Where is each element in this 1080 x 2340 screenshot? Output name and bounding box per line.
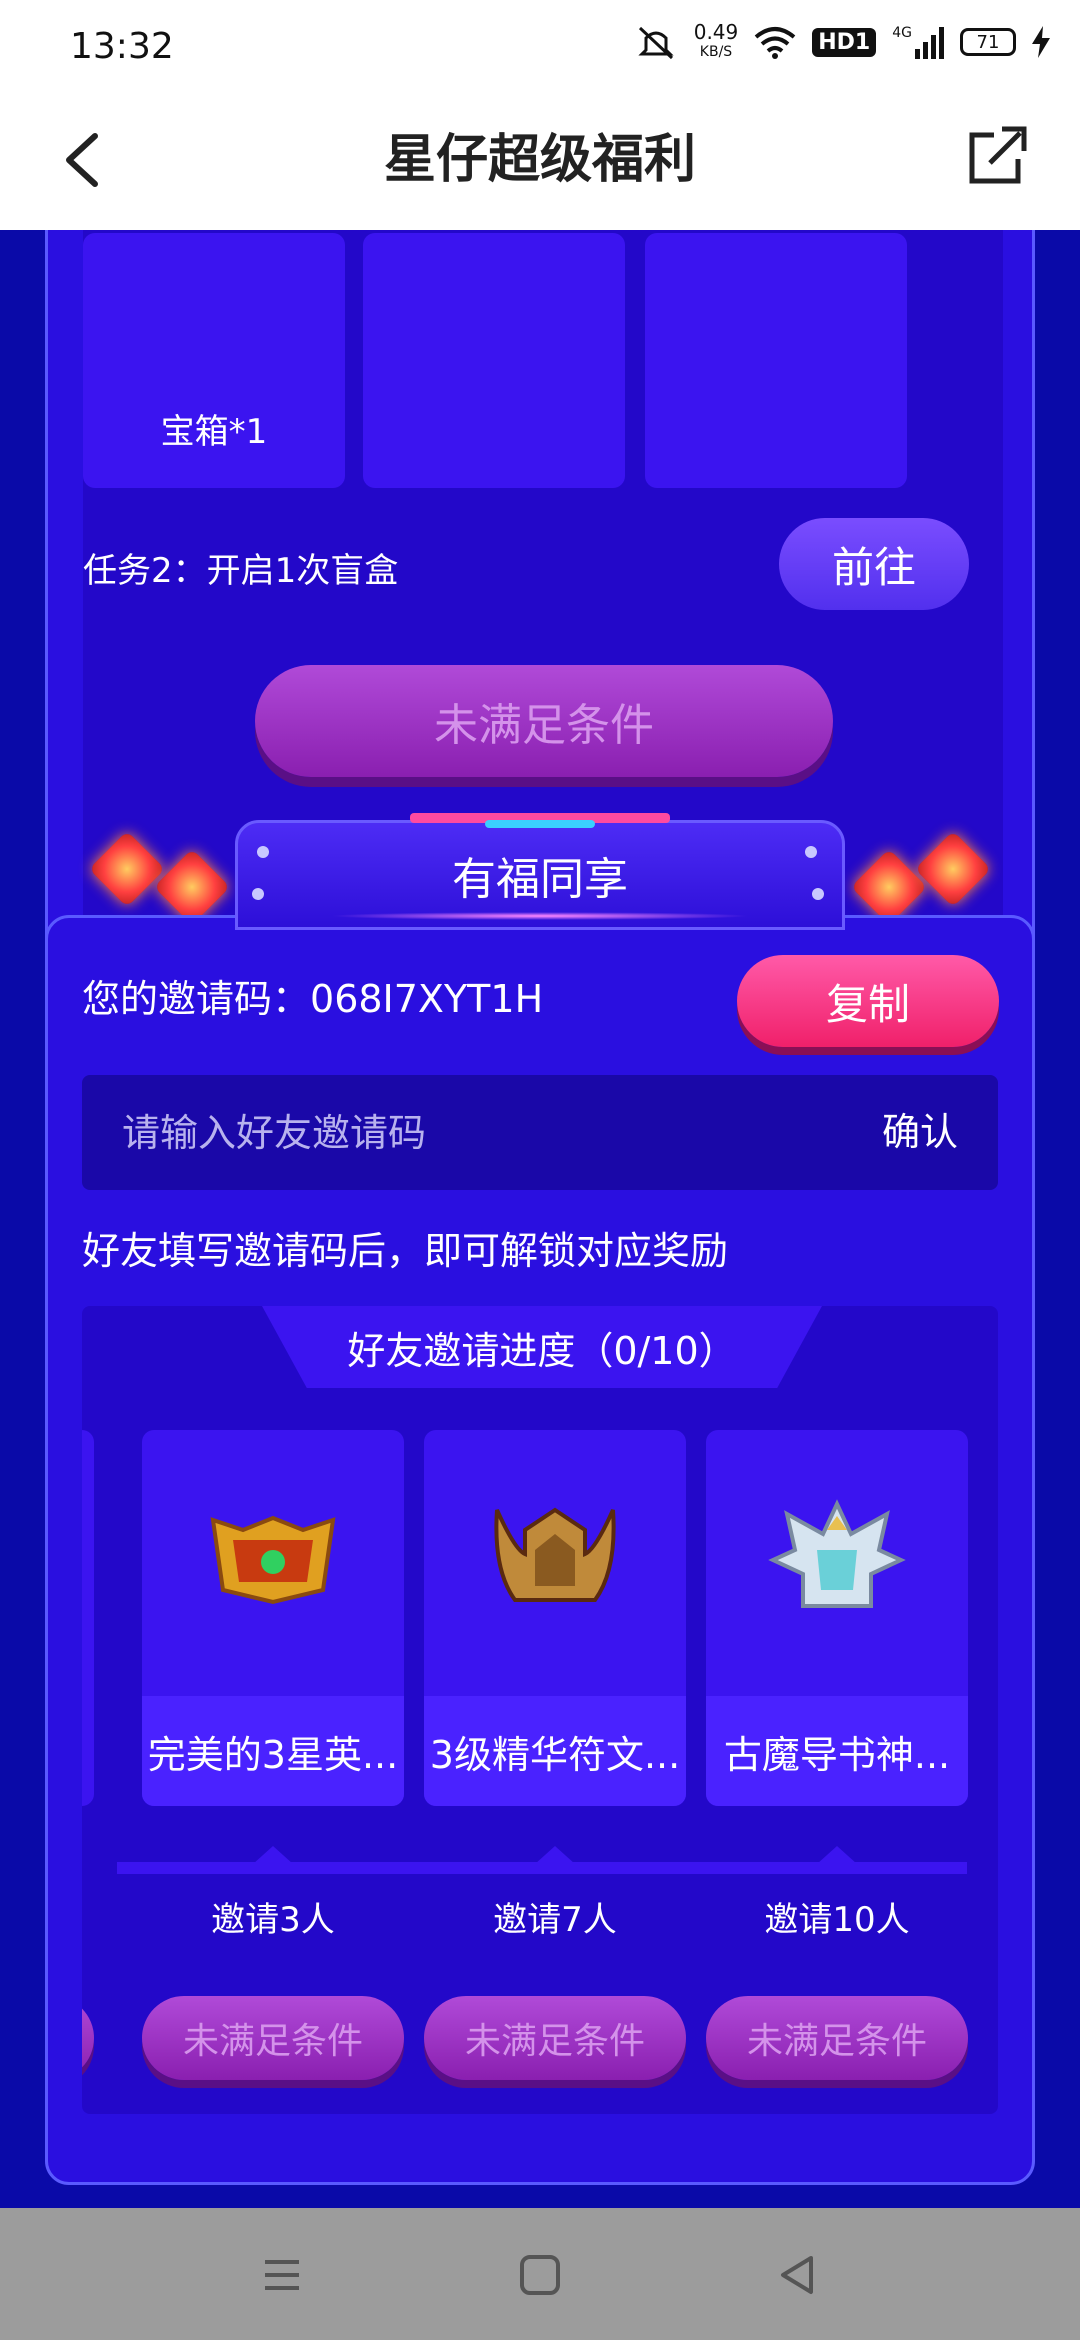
progress-marker: [535, 1846, 575, 1864]
invite-progress-panel: 好友邀请进度（0/10） 完美的3星英... 3级精华符文... 古魔导书神..…: [82, 1306, 998, 2114]
rivet-decoration: [805, 846, 817, 858]
rivet-decoration: [252, 888, 264, 900]
golden-shield-icon: [210, 1515, 336, 1605]
banner-glow: [330, 912, 750, 920]
home-icon[interactable]: [513, 2248, 567, 2302]
menu-icon[interactable]: [255, 2248, 309, 2302]
reward-claim-button-disabled[interactable]: 未满足条件: [706, 1996, 968, 2080]
task2-text: 任务2：开启1次盲盒: [83, 551, 399, 591]
wifi-icon: [754, 27, 796, 59]
system-nav-bar: [0, 2208, 1080, 2340]
page-title: 星仔超级福利: [383, 130, 696, 190]
invite-code-label: 您的邀请码：: [82, 977, 311, 1021]
reward-item[interactable]: 完美的3星英...: [142, 1430, 404, 1806]
reward-item-name: 古魔导书神...: [706, 1696, 968, 1806]
reward-requirement: 邀请3人: [211, 1900, 335, 1940]
back-icon[interactable]: [771, 2248, 825, 2302]
reward-status-partial: [82, 1996, 94, 2080]
reward-item[interactable]: 古魔导书神...: [706, 1430, 968, 1806]
reward-item[interactable]: 3级精华符文...: [424, 1430, 686, 1806]
net-speed-unit: KB/S: [699, 44, 733, 60]
friend-invite-code-input[interactable]: [122, 1075, 822, 1190]
banner-trim: [485, 820, 595, 828]
rivet-decoration: [812, 888, 824, 900]
invite-tip: 好友填写邀请码后，即可解锁对应奖励: [82, 1229, 729, 1273]
reward-box-empty: [363, 233, 625, 488]
welfare-content: 宝箱*1 任务2：开启1次盲盒 前往 未满足条件 有福同享 您的邀请码：068I…: [0, 230, 1080, 2208]
battery-level: 71: [976, 31, 1000, 53]
share-external-icon[interactable]: [960, 115, 1030, 195]
horned-helmet-icon: [494, 1507, 616, 1602]
battery-icon: 71: [960, 28, 1016, 56]
net-speed-value: 0.49: [693, 20, 739, 44]
rivet-decoration: [257, 846, 269, 858]
invite-code-value: 068I7XYT1H: [310, 977, 544, 1021]
reward-claim-button-disabled[interactable]: 未满足条件: [424, 1996, 686, 2080]
invite-code-input-row: 确认: [82, 1075, 998, 1190]
reward-requirement: 邀请10人: [764, 1900, 910, 1940]
back-arrow-icon[interactable]: [55, 120, 115, 200]
winged-crest-icon: [768, 1499, 906, 1608]
copy-button[interactable]: 复制: [737, 955, 999, 1047]
mute-icon: [638, 26, 674, 60]
goto-button[interactable]: 前往: [779, 518, 969, 610]
signal-icon: 4G: [892, 25, 944, 59]
reward-claim-button-disabled[interactable]: 未满足条件: [142, 1996, 404, 2080]
charging-icon: [1032, 26, 1050, 58]
title-bar: 星仔超级福利: [0, 90, 1080, 230]
reward-item-partial: [82, 1430, 94, 1806]
status-bar: 13:32 0.49 KB/S HD1 4G 71: [0, 0, 1080, 90]
hd-badge: HD1: [812, 27, 877, 57]
claim-button-disabled[interactable]: 未满足条件: [255, 665, 833, 777]
reward-item-name: 完美的3星英...: [142, 1696, 404, 1806]
status-time: 13:32: [70, 26, 174, 67]
invite-code-row: 您的邀请码：068I7XYT1H: [82, 968, 543, 1023]
status-icons: 0.49 KB/S HD1 4G 71: [634, 22, 1050, 62]
invite-progress-title: 好友邀请进度（0/10）: [262, 1306, 822, 1388]
progress-marker: [817, 1846, 857, 1864]
signal-label: 4G: [892, 25, 912, 41]
reward-requirement: 邀请7人: [493, 1900, 617, 1940]
reward-box-label: 宝箱*1: [160, 412, 268, 452]
confirm-button[interactable]: 确认: [882, 1075, 958, 1190]
reward-box: 宝箱*1: [83, 233, 345, 488]
reward-box-empty: [645, 233, 907, 488]
reward-item-name: 3级精华符文...: [424, 1696, 686, 1806]
net-speed: 0.49 KB/S: [694, 22, 739, 62]
progress-marker: [253, 1846, 293, 1864]
share-banner-title: 有福同享: [452, 854, 628, 905]
